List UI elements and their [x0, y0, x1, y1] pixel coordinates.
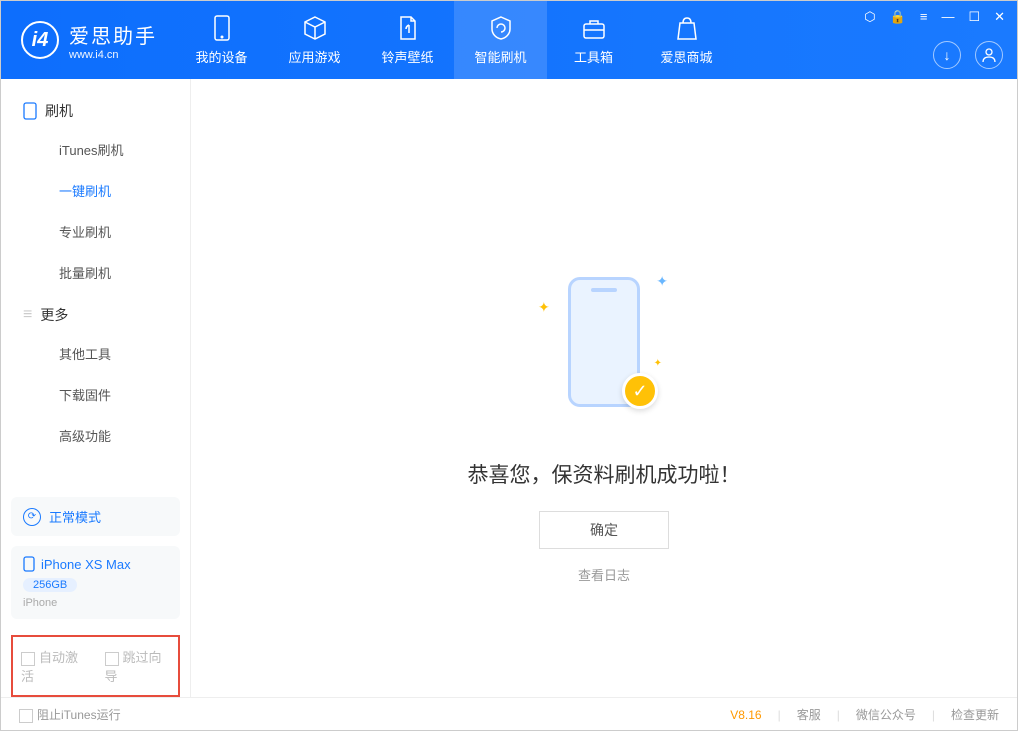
nav-my-device[interactable]: 我的设备 — [175, 1, 268, 79]
shield-refresh-icon — [488, 15, 514, 41]
sidebar-item-advanced[interactable]: 高级功能 — [1, 415, 190, 456]
music-file-icon — [395, 15, 421, 41]
view-log-link[interactable]: 查看日志 — [191, 565, 1017, 584]
phone-icon — [23, 102, 37, 120]
sidebar-group-label: 更多 — [40, 305, 68, 325]
sparkle-icon: ✦ — [538, 299, 550, 316]
sidebar-group-flash: 刷机 — [1, 89, 190, 129]
sidebar-item-batch-flash[interactable]: 批量刷机 — [1, 252, 190, 293]
customer-service-link[interactable]: 客服 — [797, 706, 821, 723]
cube-icon — [302, 15, 328, 41]
sidebar-item-oneclick-flash[interactable]: 一键刷机 — [1, 170, 190, 211]
device-mode-label: 正常模式 — [49, 507, 101, 526]
menu-icon[interactable]: ≡ — [920, 9, 928, 25]
device-mode-box[interactable]: ⟳ 正常模式 — [11, 497, 180, 536]
skip-guide-checkbox[interactable]: 跳过向导 — [105, 647, 171, 685]
device-info-box[interactable]: iPhone XS Max 256GB iPhone — [11, 546, 180, 619]
separator: | — [837, 708, 840, 722]
sparkle-icon: ✦ — [656, 273, 668, 290]
nav-label: 应用游戏 — [288, 47, 340, 66]
sidebar-group-label: 刷机 — [45, 101, 73, 121]
phone-icon — [23, 556, 35, 572]
nav-store[interactable]: 爱思商城 — [640, 1, 733, 79]
sidebar-item-itunes-flash[interactable]: iTunes刷机 — [1, 129, 190, 170]
app-header: i4 爱思助手 www.i4.cn 我的设备 应用游戏 铃声壁纸 智能刷机 工具… — [1, 1, 1017, 79]
list-icon: ≡ — [23, 306, 32, 324]
auto-activate-checkbox[interactable]: 自动激活 — [21, 647, 87, 685]
nav-label: 工具箱 — [574, 47, 613, 66]
check-icon: ✓ — [622, 373, 658, 409]
separator: | — [778, 708, 781, 722]
device-name-label: iPhone XS Max — [41, 557, 131, 572]
nav-toolbox[interactable]: 工具箱 — [547, 1, 640, 79]
device-capacity-badge: 256GB — [23, 578, 77, 592]
maximize-button[interactable]: ☐ — [968, 9, 980, 25]
bag-icon — [674, 15, 700, 41]
tshirt-icon[interactable]: ⬡ — [864, 9, 875, 25]
device-icon — [209, 15, 235, 41]
download-button[interactable]: ↓ — [933, 41, 961, 69]
nav-apps-games[interactable]: 应用游戏 — [268, 1, 361, 79]
nav-ringtone-wallpaper[interactable]: 铃声壁纸 — [361, 1, 454, 79]
main-content: ✦ ✦ ✦ ✓ 恭喜您，保资料刷机成功啦！ 确定 查看日志 — [191, 79, 1017, 697]
success-illustration: ✦ ✦ ✦ ✓ — [544, 269, 664, 429]
sidebar-item-pro-flash[interactable]: 专业刷机 — [1, 211, 190, 252]
user-button[interactable] — [975, 41, 1003, 69]
sidebar: 刷机 iTunes刷机 一键刷机 专业刷机 批量刷机 ≡ 更多 其他工具 下载固… — [1, 79, 191, 697]
logo-icon: i4 — [21, 21, 59, 59]
logo: i4 爱思助手 www.i4.cn — [1, 20, 175, 61]
sidebar-item-download-firmware[interactable]: 下载固件 — [1, 374, 190, 415]
ok-button[interactable]: 确定 — [539, 511, 669, 549]
window-controls: ⬡ 🔒 ≡ — ☐ ✕ — [864, 9, 1005, 25]
brand-site: www.i4.cn — [69, 49, 157, 61]
close-button[interactable]: ✕ — [994, 9, 1005, 25]
nav-label: 我的设备 — [195, 47, 247, 66]
wechat-link[interactable]: 微信公众号 — [856, 706, 916, 723]
nav-smart-flash[interactable]: 智能刷机 — [454, 1, 547, 79]
sidebar-item-other-tools[interactable]: 其他工具 — [1, 333, 190, 374]
check-update-link[interactable]: 检查更新 — [951, 706, 999, 723]
main-nav: 我的设备 应用游戏 铃声壁纸 智能刷机 工具箱 爱思商城 — [175, 1, 733, 79]
brand-name: 爱思助手 — [69, 20, 157, 49]
block-itunes-checkbox[interactable]: 阻止iTunes运行 — [19, 706, 121, 723]
lock-icon[interactable]: 🔒 — [890, 9, 906, 25]
sidebar-group-more: ≡ 更多 — [1, 293, 190, 333]
toolbox-icon — [581, 15, 607, 41]
device-type-label: iPhone — [23, 597, 168, 609]
nav-label: 铃声壁纸 — [381, 47, 433, 66]
header-actions: ↓ — [933, 41, 1003, 69]
sparkle-icon: ✦ — [654, 358, 662, 369]
status-bar: 阻止iTunes运行 V8.16 | 客服 | 微信公众号 | 检查更新 — [1, 697, 1017, 731]
checkbox-label: 阻止iTunes运行 — [37, 708, 121, 722]
nav-label: 爱思商城 — [660, 47, 712, 66]
refresh-icon: ⟳ — [23, 508, 41, 526]
separator: | — [932, 708, 935, 722]
version-label: V8.16 — [730, 708, 761, 722]
nav-label: 智能刷机 — [474, 47, 526, 66]
minimize-button[interactable]: — — [941, 9, 954, 25]
success-message: 恭喜您，保资料刷机成功啦！ — [191, 459, 1017, 489]
options-highlight-box: 自动激活 跳过向导 — [11, 635, 180, 697]
